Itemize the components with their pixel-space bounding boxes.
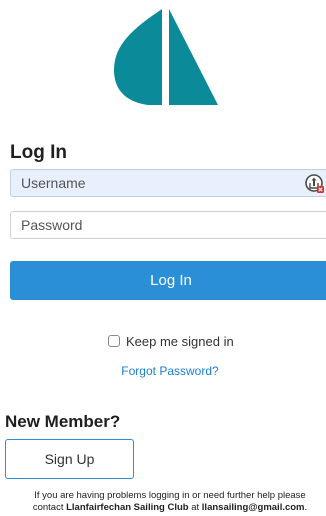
contact-email: llansailing@gmail.com — [201, 502, 305, 513]
club-name: Llanfairfechan Sailing Club — [66, 502, 189, 513]
help-line-1: If you are having problems logging in or… — [34, 490, 306, 501]
help-contact-prefix: contact — [32, 502, 64, 513]
login-title: Log In — [10, 142, 67, 163]
login-button[interactable]: Log In — [10, 261, 326, 300]
help-text: If you are having problems logging in or… — [0, 490, 326, 514]
help-end: . — [304, 502, 308, 513]
help-at-word: at — [191, 502, 200, 513]
new-member-title: New Member? — [5, 412, 121, 431]
keep-signed-in-checkbox[interactable] — [108, 335, 120, 347]
username-field[interactable] — [10, 169, 326, 197]
keep-signed-in-label[interactable]: Keep me signed in — [126, 334, 234, 349]
keep-signed-in-row[interactable]: Keep me signed in — [108, 333, 234, 349]
sailboat-logo-icon — [114, 9, 218, 105]
password-field[interactable] — [10, 211, 326, 239]
forgot-password-link[interactable]: Forgot Password? — [0, 364, 326, 378]
password-manager-icon[interactable] — [305, 174, 325, 194]
sign-up-button[interactable]: Sign Up — [5, 439, 134, 479]
